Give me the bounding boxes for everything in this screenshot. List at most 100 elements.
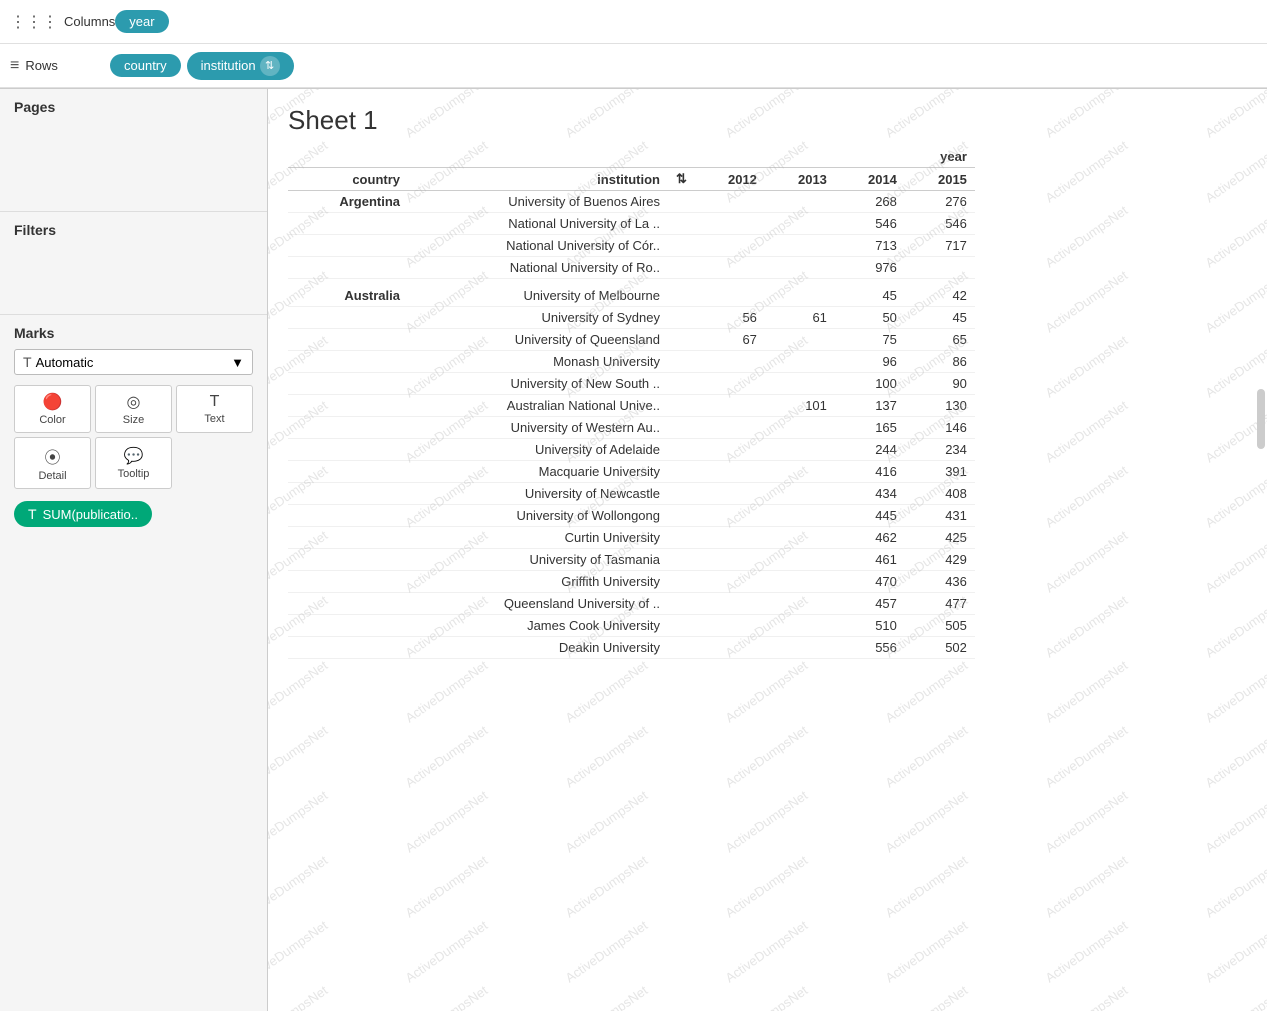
watermark-text: ActiveDumpsNet: [268, 788, 330, 856]
cell-y2015: 130: [905, 395, 975, 417]
sheet-title: Sheet 1: [268, 89, 1267, 146]
pages-content: [14, 121, 253, 201]
scrollbar[interactable]: [1257, 389, 1265, 449]
cell-institution: National University of La ..: [408, 213, 668, 235]
year-pill[interactable]: year: [115, 10, 168, 33]
cell-y2013: [765, 615, 835, 637]
watermark-text: ActiveDumpsNet: [1042, 203, 1130, 271]
cell-y2013: [765, 191, 835, 213]
watermark-text: ActiveDumpsNet: [1042, 333, 1130, 401]
text-icon: T: [210, 393, 220, 411]
th-2012: 2012: [695, 168, 765, 191]
marks-text-button[interactable]: T Text: [176, 385, 253, 433]
cell-y2015: 391: [905, 461, 975, 483]
cell-sort: [668, 483, 695, 505]
cell-sort: [668, 329, 695, 351]
cell-institution: University of Newcastle: [408, 483, 668, 505]
table-body: ArgentinaUniversity of Buenos Aires26827…: [288, 191, 975, 666]
th-sort-icon[interactable]: ⇅: [668, 168, 695, 191]
cell-y2013: 61: [765, 307, 835, 329]
cell-y2012: [695, 571, 765, 593]
cell-y2015: 546: [905, 213, 975, 235]
cell-y2012: [695, 527, 765, 549]
cell-y2012: [695, 439, 765, 461]
cell-y2014: 165: [835, 417, 905, 439]
cell-y2014: 713: [835, 235, 905, 257]
cell-y2013: [765, 461, 835, 483]
watermark-text: ActiveDumpsNet: [268, 983, 330, 1011]
watermark-text: ActiveDumpsNet: [402, 853, 490, 921]
table-row: National University of Ro..976: [288, 257, 975, 279]
cell-y2014: 457: [835, 593, 905, 615]
size-icon: ◎: [127, 392, 141, 412]
marks-size-button[interactable]: ◎ Size: [95, 385, 172, 433]
cell-sort: [668, 285, 695, 307]
cell-y2013: [765, 637, 835, 659]
columns-text: Columns: [64, 14, 115, 29]
main-area: Pages Filters Marks T Automatic ▼ 🔴 Colo…: [0, 89, 1267, 1011]
table-row: University of Adelaide244234: [288, 439, 975, 461]
cell-institution: University of Queensland: [408, 329, 668, 351]
cell-y2015: 90: [905, 373, 975, 395]
sum-pill[interactable]: T SUM(publicatio..: [14, 501, 152, 527]
institution-pill-label: institution: [201, 58, 256, 73]
cell-y2014: 462: [835, 527, 905, 549]
table-row: University of Newcastle434408: [288, 483, 975, 505]
marks-type-dropdown[interactable]: T Automatic ▼: [14, 349, 253, 375]
watermark-text: ActiveDumpsNet: [1202, 853, 1267, 921]
cell-y2015: 234: [905, 439, 975, 461]
marks-detail-label: Detail: [38, 470, 66, 482]
cell-country: [288, 417, 408, 439]
cell-y2012: [695, 461, 765, 483]
table-row: Macquarie University416391: [288, 461, 975, 483]
th-country: [288, 146, 408, 168]
detail-icon: ⦿: [44, 444, 60, 468]
cell-y2013: [765, 571, 835, 593]
watermark-text: ActiveDumpsNet: [268, 918, 330, 986]
th-2014: 2014: [835, 168, 905, 191]
th-2013: 2013: [765, 168, 835, 191]
cell-y2012: 56: [695, 307, 765, 329]
marks-type-icon: T: [23, 354, 32, 370]
cell-y2013: [765, 285, 835, 307]
watermark-text: ActiveDumpsNet: [722, 658, 810, 726]
cell-y2014: 137: [835, 395, 905, 417]
cell-y2014: 416: [835, 461, 905, 483]
cell-y2014: 445: [835, 505, 905, 527]
th-2015: 2015: [905, 168, 975, 191]
marks-text-label: Text: [204, 413, 224, 425]
cell-institution: University of Western Au..: [408, 417, 668, 439]
cell-y2014: 556: [835, 637, 905, 659]
marks-dropdown-arrow: ▼: [231, 355, 244, 370]
cell-country: [288, 395, 408, 417]
cell-sort: [668, 307, 695, 329]
cell-country: [288, 373, 408, 395]
watermark-text: ActiveDumpsNet: [1042, 983, 1130, 1011]
sort-icon[interactable]: ⇅: [676, 171, 687, 186]
marks-detail-button[interactable]: ⦿ Detail: [14, 437, 91, 489]
watermark-text: ActiveDumpsNet: [268, 658, 330, 726]
cell-y2014: 45: [835, 285, 905, 307]
institution-pill[interactable]: institution ⇅: [187, 52, 294, 80]
cell-y2012: [695, 417, 765, 439]
table-row: National University of Cór..713717: [288, 235, 975, 257]
cell-institution: Queensland University of ..: [408, 593, 668, 615]
watermark-text: ActiveDumpsNet: [562, 918, 650, 986]
table-row: Griffith University470436: [288, 571, 975, 593]
cell-y2013: [765, 593, 835, 615]
cell-sort: [668, 395, 695, 417]
marks-color-label: Color: [39, 414, 65, 426]
watermark-text: ActiveDumpsNet: [882, 658, 970, 726]
country-pill[interactable]: country: [110, 54, 181, 77]
institution-sort-icon[interactable]: ⇅: [260, 56, 280, 76]
cell-sort: [668, 461, 695, 483]
year-pill-label: year: [129, 14, 154, 29]
year-header-row: year: [288, 146, 975, 168]
table-row: Monash University9686: [288, 351, 975, 373]
marks-tooltip-button[interactable]: 💬 Tooltip: [95, 437, 172, 489]
cell-y2013: [765, 235, 835, 257]
cell-institution: James Cook University: [408, 615, 668, 637]
cell-y2012: [695, 213, 765, 235]
cell-sort: [668, 593, 695, 615]
marks-color-button[interactable]: 🔴 Color: [14, 385, 91, 433]
